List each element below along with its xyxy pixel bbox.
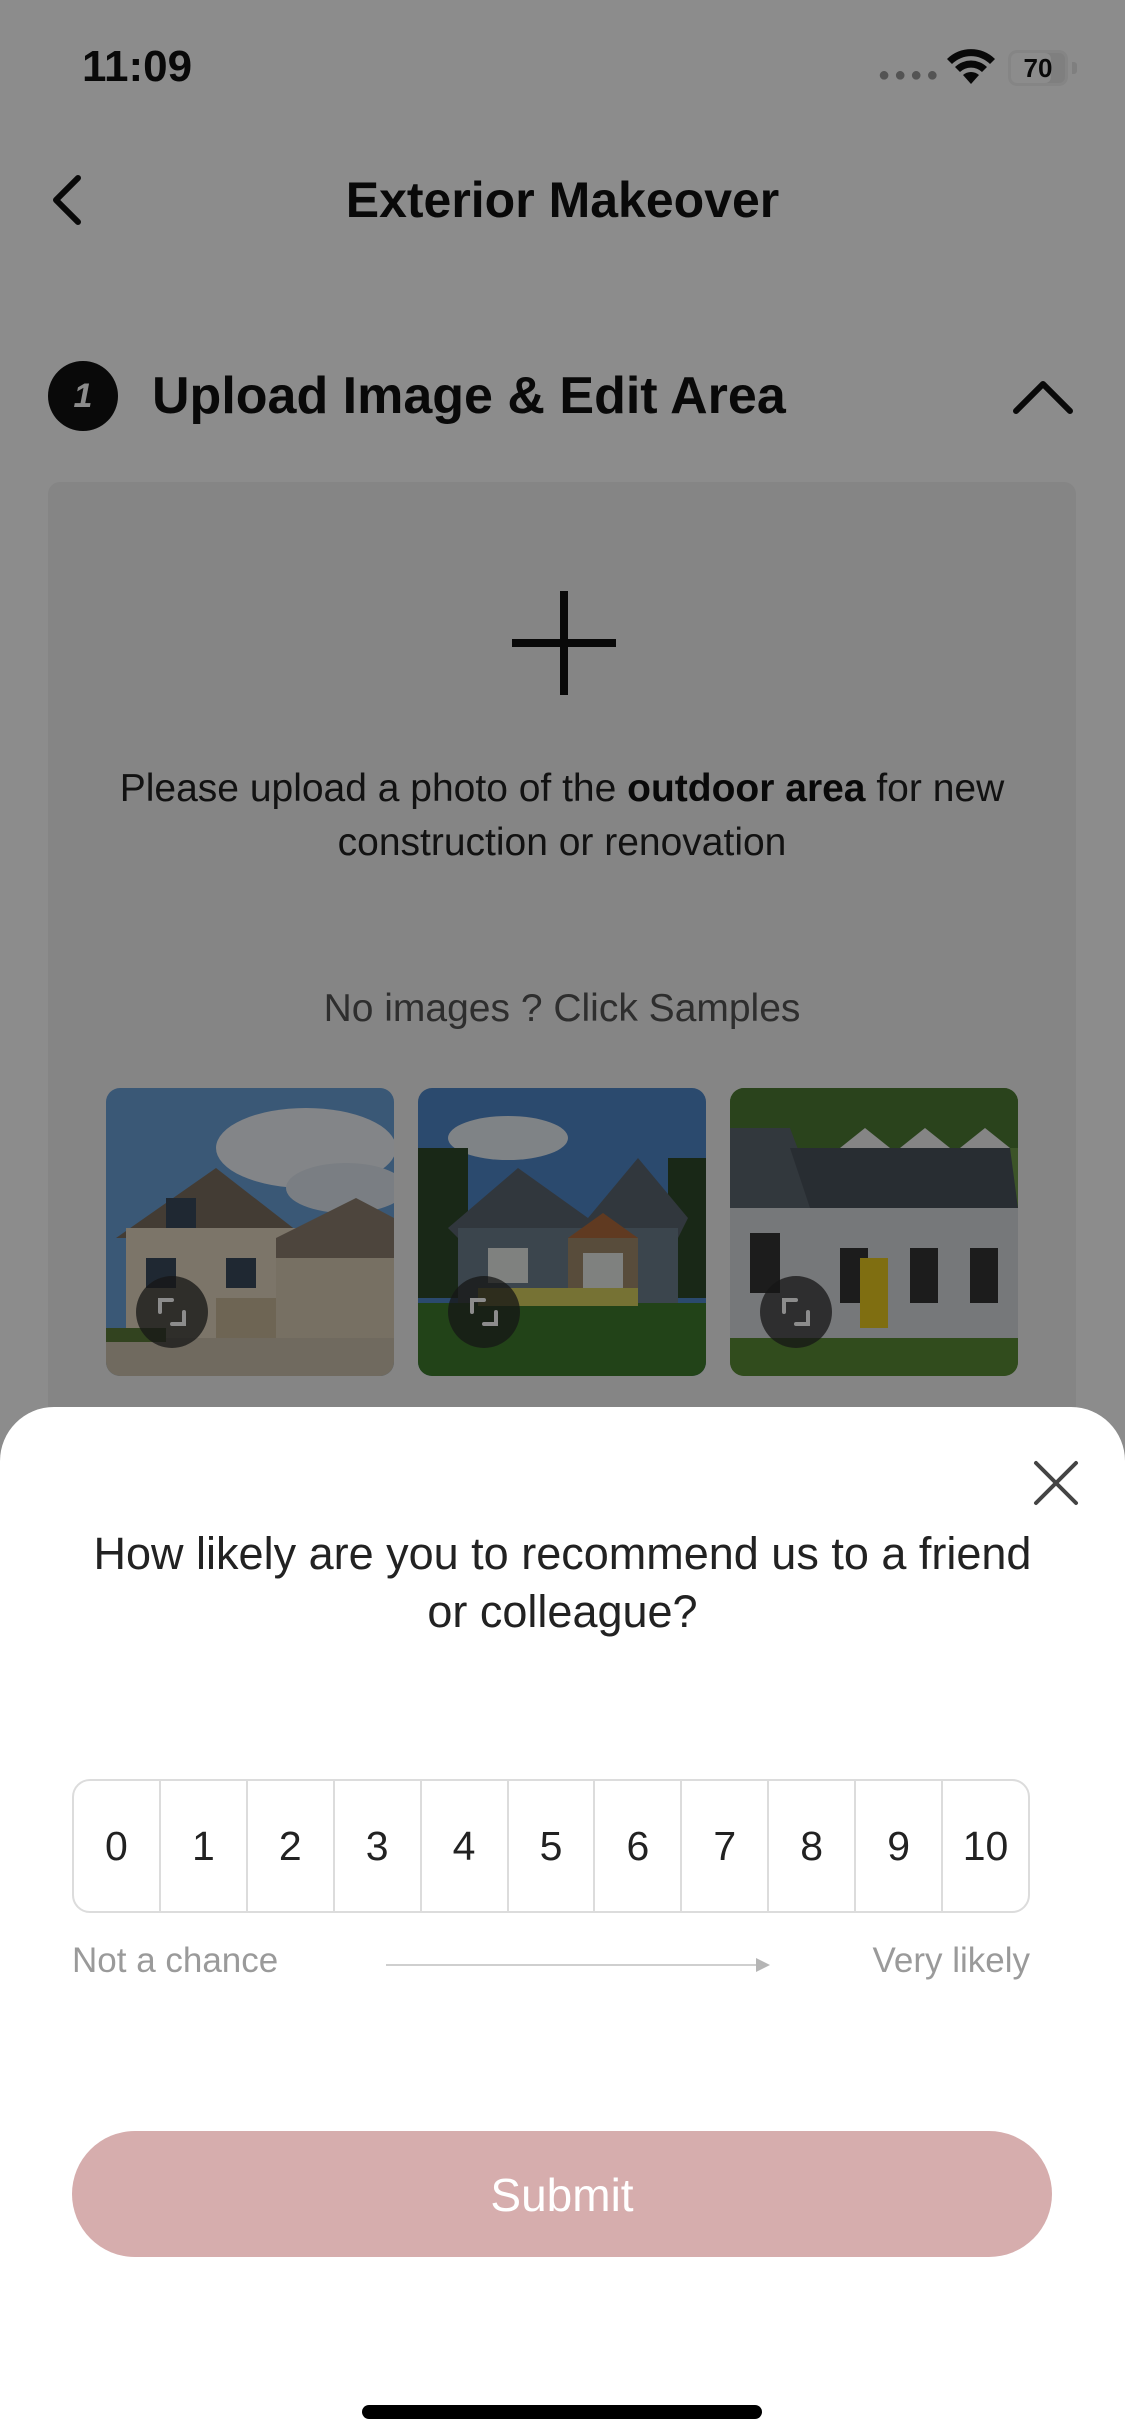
scale-low-label: Not a chance	[72, 1941, 279, 1980]
score-option-1[interactable]: 1	[161, 1781, 248, 1911]
scale-arrow-icon	[386, 1958, 770, 1972]
score-option-7[interactable]: 7	[682, 1781, 770, 1911]
close-icon[interactable]	[1026, 1453, 1086, 1513]
score-option-0[interactable]: 0	[74, 1781, 161, 1911]
score-option-5[interactable]: 5	[509, 1781, 596, 1911]
scale-high-label: Very likely	[872, 1941, 1030, 1980]
submit-button[interactable]: Submit	[72, 2131, 1052, 2257]
score-option-9[interactable]: 9	[856, 1781, 944, 1911]
score-option-3[interactable]: 3	[335, 1781, 422, 1911]
score-option-8[interactable]: 8	[769, 1781, 857, 1911]
score-selector: 0 1 2 3 4 5 6 7 8 9 10	[72, 1779, 1030, 1913]
score-option-2[interactable]: 2	[248, 1781, 335, 1911]
survey-question: How likely are you to recommend us to a …	[93, 1528, 1032, 1637]
score-option-4[interactable]: 4	[422, 1781, 509, 1911]
home-indicator	[362, 2405, 762, 2419]
score-option-6[interactable]: 6	[595, 1781, 683, 1911]
nps-survey-sheet: How likely are you to recommend us to a …	[0, 1407, 1125, 2436]
score-option-10[interactable]: 10	[943, 1781, 1028, 1911]
